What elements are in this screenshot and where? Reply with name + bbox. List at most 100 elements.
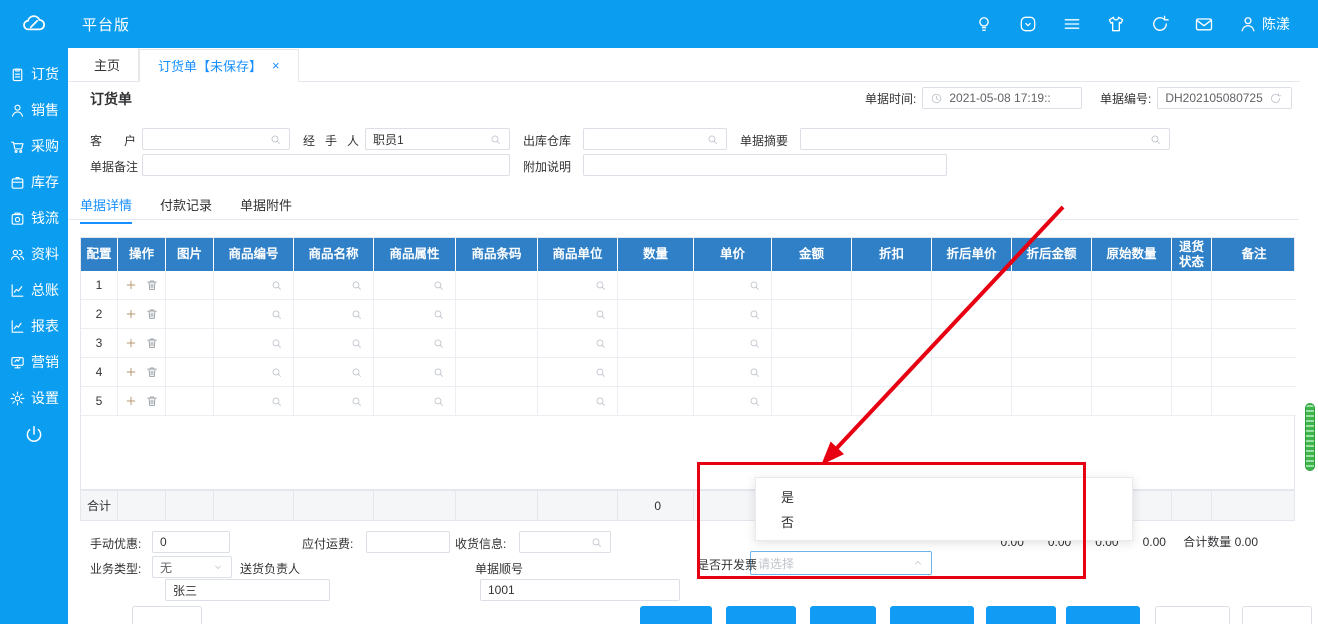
cell-search[interactable] <box>214 387 294 416</box>
cell-search[interactable] <box>538 300 618 329</box>
doc-summary-input-text[interactable] <box>808 132 1149 146</box>
search-icon[interactable] <box>270 279 283 292</box>
cell-search[interactable] <box>214 358 294 387</box>
menu-icon[interactable] <box>1062 14 1082 34</box>
sidebar-item-2[interactable]: 采购 <box>9 128 59 164</box>
cell-search[interactable] <box>538 358 618 387</box>
search-icon[interactable] <box>594 366 607 379</box>
power-icon[interactable] <box>23 424 45 446</box>
bottom-action-button-0[interactable] <box>132 606 202 624</box>
delivery-person-input-text[interactable] <box>173 583 322 597</box>
cell-search[interactable] <box>374 300 456 329</box>
search-icon[interactable] <box>432 395 445 408</box>
doc-summary-input[interactable] <box>800 128 1170 150</box>
extra-note-input-text[interactable] <box>591 158 939 172</box>
doc-number-input[interactable]: DH202105080725 <box>1157 87 1293 109</box>
doc-remark-input[interactable] <box>142 154 510 176</box>
user-menu[interactable]: 陈漾 <box>1238 14 1290 34</box>
handler-input[interactable] <box>365 128 510 150</box>
sidebar-item-1[interactable]: 销售 <box>9 92 59 128</box>
customer-input[interactable] <box>142 128 290 150</box>
search-icon[interactable] <box>432 308 445 321</box>
cell-search[interactable] <box>294 387 374 416</box>
warehouse-input-text[interactable] <box>591 132 706 146</box>
sidebar-item-4[interactable]: 钱流 <box>9 200 59 236</box>
cell-search[interactable] <box>694 358 772 387</box>
delete-row-icon[interactable] <box>145 278 159 292</box>
search-icon[interactable] <box>350 395 363 408</box>
delivery-person-input[interactable] <box>165 579 330 601</box>
cell-search[interactable] <box>694 329 772 358</box>
delete-row-icon[interactable] <box>145 307 159 321</box>
cell-search[interactable] <box>374 387 456 416</box>
freight-input[interactable] <box>366 531 450 553</box>
extra-note-input[interactable] <box>583 154 947 176</box>
sequence-input-text[interactable] <box>488 583 672 597</box>
search-icon[interactable] <box>594 395 607 408</box>
sidebar-item-3[interactable]: 库存 <box>9 164 59 200</box>
cell-search[interactable] <box>294 329 374 358</box>
search-icon[interactable] <box>594 337 607 350</box>
search-icon[interactable] <box>432 279 445 292</box>
delete-row-icon[interactable] <box>145 394 159 408</box>
delete-row-icon[interactable] <box>145 336 159 350</box>
cell-search[interactable] <box>294 300 374 329</box>
handler-input-text[interactable] <box>373 132 489 146</box>
bottom-action-button-7[interactable] <box>1155 606 1230 624</box>
cell-search[interactable] <box>294 358 374 387</box>
search-icon[interactable] <box>350 279 363 292</box>
bottom-action-button-4[interactable] <box>890 606 974 624</box>
search-icon[interactable] <box>748 279 761 292</box>
bottom-action-button-2[interactable] <box>726 606 796 624</box>
search-icon[interactable] <box>748 395 761 408</box>
bottom-action-button-8[interactable] <box>1242 606 1312 624</box>
sidebar-item-5[interactable]: 资料 <box>9 236 59 272</box>
search-icon[interactable] <box>270 366 283 379</box>
mail-icon[interactable] <box>1194 14 1214 34</box>
cell-search[interactable] <box>374 271 456 300</box>
cell-search[interactable] <box>214 300 294 329</box>
search-icon[interactable] <box>489 133 502 146</box>
search-icon[interactable] <box>270 337 283 350</box>
add-row-icon[interactable] <box>124 278 138 292</box>
cell-search[interactable] <box>694 300 772 329</box>
sequence-input[interactable] <box>480 579 680 601</box>
cell-search[interactable] <box>374 358 456 387</box>
search-icon[interactable] <box>594 308 607 321</box>
regenerate-icon[interactable] <box>1269 92 1282 105</box>
bottom-action-button-6[interactable] <box>1066 606 1140 624</box>
search-icon[interactable] <box>432 337 445 350</box>
invoice-option-1[interactable]: 否 <box>756 510 1132 533</box>
tab-order-unsaved[interactable]: 订货单【未保存】 × <box>139 49 299 82</box>
checkbox-icon[interactable] <box>1018 14 1038 34</box>
manual-discount-input-text[interactable] <box>160 535 222 549</box>
cloud-logo-icon[interactable] <box>0 11 68 37</box>
tab-home[interactable]: 主页 <box>76 48 140 81</box>
biz-type-select[interactable]: 无 <box>152 556 232 578</box>
cell-search[interactable] <box>694 387 772 416</box>
search-icon[interactable] <box>270 308 283 321</box>
search-icon[interactable] <box>748 366 761 379</box>
sidebar-item-0[interactable]: 订货 <box>9 56 59 92</box>
doc-remark-input-text[interactable] <box>150 158 502 172</box>
search-icon[interactable] <box>706 133 719 146</box>
refresh-icon[interactable] <box>1150 14 1170 34</box>
bottom-action-button-3[interactable] <box>810 606 876 624</box>
add-row-icon[interactable] <box>124 336 138 350</box>
search-icon[interactable] <box>350 337 363 350</box>
sidebar-item-7[interactable]: 报表 <box>9 308 59 344</box>
invoice-select[interactable]: 请选择 <box>750 551 932 575</box>
bulb-icon[interactable] <box>974 14 994 34</box>
search-icon[interactable] <box>748 308 761 321</box>
cell-search[interactable] <box>214 271 294 300</box>
delete-row-icon[interactable] <box>145 365 159 379</box>
sidebar-item-8[interactable]: 营销 <box>9 344 59 380</box>
add-row-icon[interactable] <box>124 394 138 408</box>
add-row-icon[interactable] <box>124 307 138 321</box>
search-icon[interactable] <box>432 366 445 379</box>
manual-discount-input[interactable] <box>152 531 230 553</box>
cell-search[interactable] <box>694 271 772 300</box>
cell-search[interactable] <box>294 271 374 300</box>
shirt-icon[interactable] <box>1106 14 1126 34</box>
search-icon[interactable] <box>594 279 607 292</box>
